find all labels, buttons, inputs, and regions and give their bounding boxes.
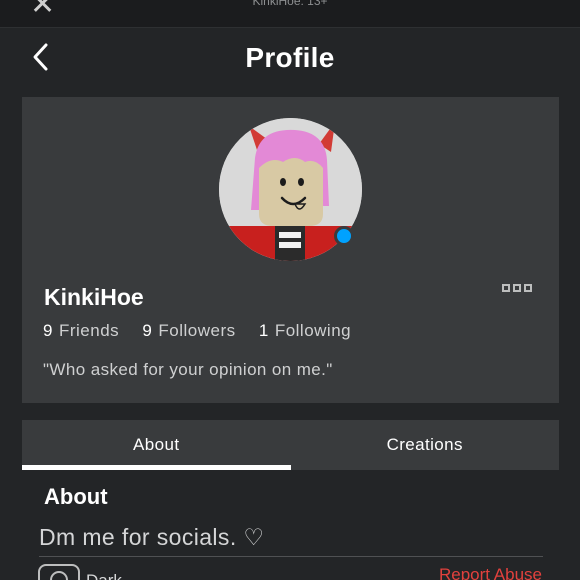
window-subtitle: KinkiHoe: 13+ [252, 0, 328, 8]
tab-about[interactable]: About [22, 420, 291, 470]
about-heading: About [44, 484, 108, 509]
more-options-icon[interactable] [502, 284, 532, 292]
followers-link[interactable]: 9 Followers [142, 321, 240, 340]
friends-label: Friends [58, 321, 120, 340]
theme-label: Dark [86, 571, 122, 580]
theme-icon[interactable] [38, 564, 80, 580]
top-strip: ✕ KinkiHoe: 13+ [0, 0, 580, 28]
followers-label: Followers [158, 321, 236, 340]
following-label: Following [274, 321, 352, 340]
report-abuse-link[interactable]: Report Abuse [439, 565, 542, 580]
header: Profile [0, 28, 580, 92]
status-message: "Who asked for your opinion on me." [43, 360, 333, 379]
about-description: Dm me for socials. ♡ [39, 524, 265, 550]
friends-count: 9 [43, 321, 53, 340]
profile-card: KinkiHoe 9 Friends 9 Followers 1 Following … [22, 97, 559, 403]
online-indicator [334, 226, 354, 246]
followers-count: 9 [142, 321, 153, 340]
friends-link[interactable]: 9 Friends [43, 321, 124, 340]
tab-creations[interactable]: Creations [291, 420, 560, 470]
page-title: Profile [245, 42, 335, 73]
profile-stats: 9 Friends 9 Followers 1 Following [43, 321, 369, 341]
divider [39, 556, 543, 557]
username: KinkiHoe [44, 284, 144, 310]
following-link[interactable]: 1 Following [259, 321, 351, 340]
profile-tabs: About Creations [22, 420, 559, 470]
following-count: 1 [258, 321, 269, 340]
